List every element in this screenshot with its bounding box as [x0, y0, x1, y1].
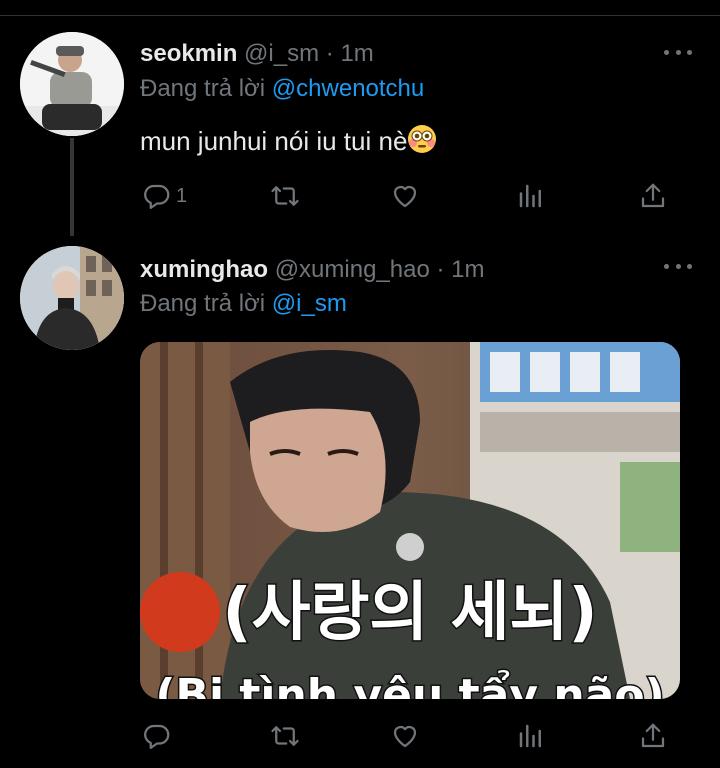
timestamp[interactable]: 1m — [451, 256, 484, 283]
reply-icon — [144, 184, 170, 209]
tweet-actions — [140, 716, 680, 756]
more-icon[interactable] — [664, 42, 692, 62]
reply-button[interactable] — [142, 716, 172, 756]
reply-icon — [144, 724, 170, 749]
display-name[interactable]: seokmin — [140, 40, 237, 67]
mention-link[interactable]: @chwenotchu — [272, 75, 424, 102]
replying-to: Đang trả lời @chwenotchu — [140, 75, 424, 103]
retweet-icon — [271, 186, 299, 206]
share-button[interactable] — [638, 176, 668, 216]
user-handle[interactable]: @xuming_hao — [275, 256, 430, 283]
tweet-seokmin[interactable]: seokmin @i_sm · 1m Đang trả lời @chwenot… — [0, 0, 720, 236]
reply-button[interactable]: 1 — [142, 176, 187, 216]
avatar[interactable] — [20, 32, 124, 136]
like-button[interactable] — [390, 176, 420, 216]
more-icon[interactable] — [664, 256, 692, 276]
user-handle[interactable]: @i_sm — [244, 40, 319, 67]
tweet-actions: 1 — [140, 176, 680, 216]
display-name[interactable]: xuminghao — [140, 256, 268, 283]
replying-prefix: Đang trả lời — [140, 75, 272, 102]
replying-prefix: Đang trả lời — [140, 290, 272, 317]
avatar[interactable] — [20, 246, 124, 350]
heart-icon — [393, 725, 417, 748]
thread-connector — [70, 138, 74, 236]
retweet-button[interactable] — [270, 176, 300, 216]
analytics-button[interactable] — [516, 176, 546, 216]
like-button[interactable] — [390, 716, 420, 756]
replying-to: Đang trả lời @i_sm — [140, 290, 347, 318]
mention-link[interactable]: @i_sm — [272, 290, 347, 317]
share-button[interactable] — [638, 716, 668, 756]
heart-icon — [393, 185, 417, 208]
share-icon — [641, 723, 665, 748]
analytics-button[interactable] — [516, 716, 546, 756]
tweet-media-image[interactable]: (사랑의 세뇌) (Bị tình yêu tẩy não) — [140, 342, 680, 699]
tweet-text: mun junhui nói iu tui nè — [140, 124, 437, 157]
separator-dot: · — [436, 256, 445, 283]
share-icon — [641, 183, 665, 208]
reply-count: 1 — [176, 184, 188, 207]
retweet-button[interactable] — [270, 716, 300, 756]
separator-dot: · — [325, 40, 334, 67]
flushed-face-emoji — [408, 125, 437, 153]
timestamp[interactable]: 1m — [340, 40, 373, 67]
analytics-icon — [519, 184, 541, 208]
caption-vietnamese: (Bị tình yêu tẩy não) — [155, 669, 664, 699]
tweet-xuminghao[interactable]: xuminghao @xuming_hao · 1m Đang trả lời … — [0, 236, 720, 768]
retweet-icon — [271, 726, 299, 746]
tweet-text-content: mun junhui nói iu tui nè — [140, 126, 408, 156]
tweet-header: seokmin @i_sm · 1m — [140, 40, 374, 68]
analytics-icon — [519, 724, 541, 748]
tweet-header: xuminghao @xuming_hao · 1m — [140, 256, 485, 284]
caption-korean: (사랑의 세뇌) — [222, 576, 597, 650]
